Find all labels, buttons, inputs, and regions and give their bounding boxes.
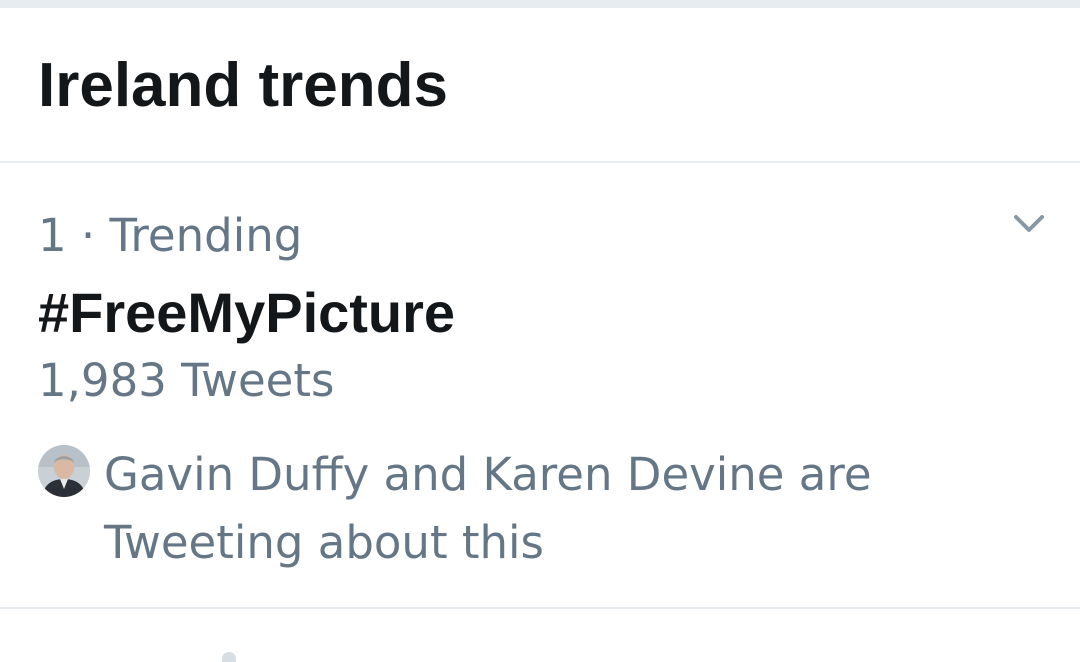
next-item-glyph-fragment [222, 652, 236, 662]
trend-context: Gavin Duffy and Karen Devine are Tweetin… [104, 441, 1004, 577]
tweet-count: 1,983 Tweets [38, 354, 335, 407]
trend-hashtag[interactable]: #FreeMyPicture [38, 280, 455, 346]
trend-context-line-1: Gavin Duffy and Karen Devine are [104, 448, 872, 501]
trend-rank-label: 1 · Trending [38, 209, 303, 262]
trends-header: Ireland trends [0, 8, 1080, 163]
chevron-down-icon[interactable] [1010, 209, 1048, 239]
top-divider-strip [0, 0, 1080, 8]
page-title: Ireland trends [38, 51, 448, 120]
avatar [38, 445, 90, 497]
trend-context-line-2: Tweeting about this [104, 516, 545, 569]
trend-item[interactable]: 1 · Trending #FreeMyPicture 1,983 Tweets… [0, 163, 1080, 609]
